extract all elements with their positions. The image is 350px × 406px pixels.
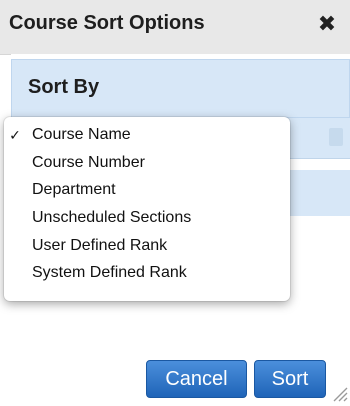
- menu-item-label: Course Number: [32, 154, 145, 171]
- cancel-button[interactable]: Cancel: [146, 360, 247, 398]
- menu-item-course-number[interactable]: Course Number: [4, 151, 290, 175]
- course-sort-options-dialog: Course Sort Options ✖ Sort By ✓ Course N…: [0, 0, 350, 406]
- menu-item-user-defined-rank[interactable]: User Defined Rank: [4, 234, 290, 258]
- menu-item-system-defined-rank[interactable]: System Defined Rank: [4, 261, 290, 285]
- menu-item-label: Department: [32, 181, 116, 198]
- sort-by-header: Sort By: [11, 59, 350, 118]
- sort-by-label: Sort By: [28, 76, 100, 98]
- menu-item-department[interactable]: Department: [4, 178, 290, 202]
- dialog-title: Course Sort Options: [9, 12, 205, 34]
- menu-item-course-name[interactable]: ✓ Course Name: [4, 123, 290, 147]
- resize-grip-icon[interactable]: [330, 384, 348, 402]
- close-icon[interactable]: ✖: [315, 11, 339, 37]
- checkmark-icon: ✓: [9, 127, 21, 143]
- sort-by-dropdown-menu: ✓ Course Name Course Number Department U…: [4, 117, 290, 301]
- menu-item-label: User Defined Rank: [32, 237, 168, 254]
- menu-item-label: Course Name: [32, 126, 131, 143]
- menu-item-label: System Defined Rank: [32, 264, 187, 281]
- menu-item-label: Unscheduled Sections: [32, 209, 192, 226]
- menu-item-unscheduled-sections[interactable]: Unscheduled Sections: [4, 206, 290, 230]
- dialog-titlebar[interactable]: Course Sort Options ✖: [0, 0, 350, 55]
- sort-button[interactable]: Sort: [254, 360, 326, 398]
- select-arrow-icon: [329, 128, 343, 146]
